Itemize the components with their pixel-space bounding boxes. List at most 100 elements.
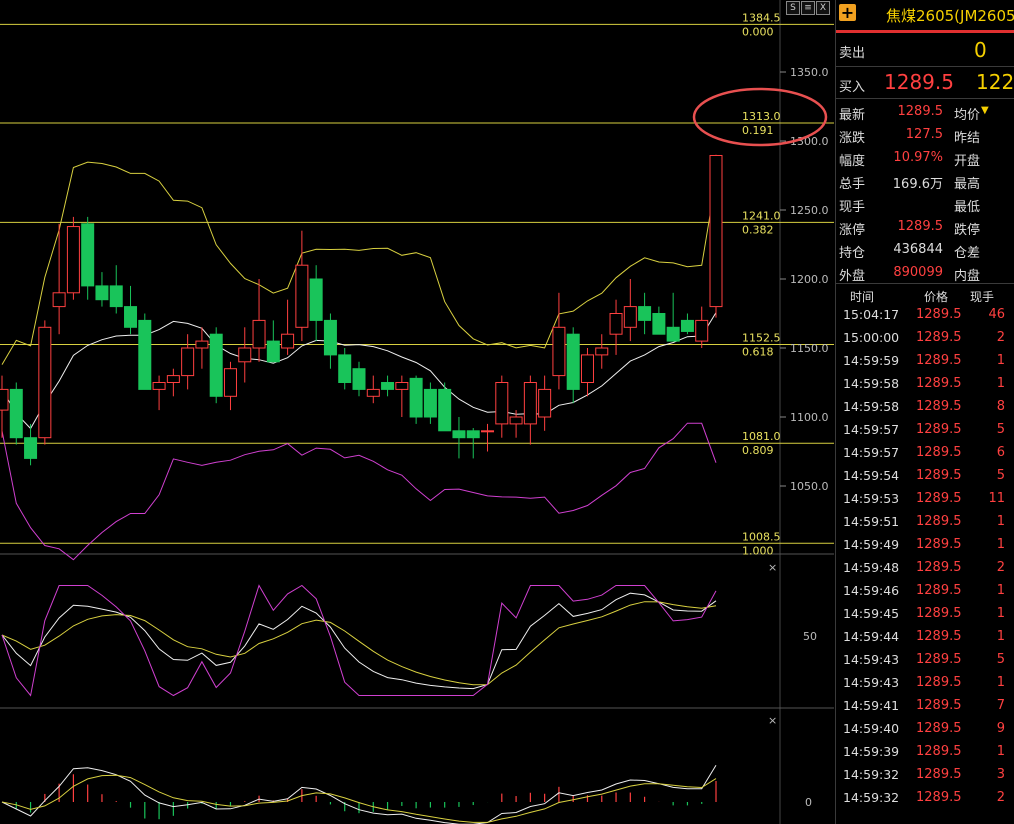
field-label-2: 跌停 — [954, 223, 981, 238]
tick-volume: 2 — [996, 790, 1005, 805]
tick-time: 14:59:49 — [843, 537, 900, 552]
field-label: 最新 — [839, 108, 866, 123]
tick-row[interactable]: 14:59:59 1289.5 1 — [836, 353, 1014, 376]
field-label-2: 最高 — [954, 177, 981, 192]
kline-chart[interactable]: 1384.50.0001313.00.1911241.00.3821152.50… — [0, 0, 834, 824]
tick-time: 14:59:32 — [843, 790, 900, 805]
add-icon[interactable]: + — [839, 4, 856, 21]
tick-row[interactable]: 14:59:44 1289.5 1 — [836, 629, 1014, 652]
candle-body — [109, 285, 123, 308]
upper-band-line — [1, 161, 717, 365]
tick-row[interactable]: 14:59:40 1289.5 9 — [836, 721, 1014, 744]
sell-row: 卖出 0 — [836, 38, 1014, 64]
buy-label: 买入 — [839, 80, 866, 95]
price-tick-label: 1250.0 — [790, 204, 829, 217]
candle-body — [338, 354, 352, 383]
candle-body — [252, 319, 266, 349]
tick-time: 14:59:41 — [843, 698, 900, 713]
candle-body — [309, 278, 323, 321]
dropdown-triangle-icon[interactable]: ▼ — [981, 105, 989, 116]
field-value: 127.5 — [905, 127, 943, 142]
tick-price: 1289.5 — [916, 767, 962, 782]
tick-time: 14:59:45 — [843, 606, 900, 621]
tick-row[interactable]: 14:59:49 1289.5 1 — [836, 537, 1014, 560]
tick-row[interactable]: 14:59:43 1289.5 5 — [836, 652, 1014, 675]
tick-row[interactable]: 14:59:57 1289.5 6 — [836, 445, 1014, 468]
tick-row[interactable]: 14:59:57 1289.5 5 — [836, 422, 1014, 445]
tick-time: 14:59:32 — [843, 767, 900, 782]
tick-row[interactable]: 14:59:43 1289.5 1 — [836, 675, 1014, 698]
tick-row[interactable]: 15:04:17 1289.5 46 — [836, 307, 1014, 330]
tick-row[interactable]: 14:59:39 1289.5 1 — [836, 744, 1014, 767]
quote-field-row: 现手 最低 — [836, 194, 1014, 216]
tick-price: 1289.5 — [916, 468, 962, 483]
tick-price: 1289.5 — [916, 790, 962, 805]
tick-time: 14:59:54 — [843, 468, 900, 483]
fib-ratio-label: 0.809 — [742, 444, 774, 457]
tick-row[interactable]: 14:59:32 1289.5 3 — [836, 767, 1014, 790]
candle-body — [552, 326, 566, 377]
fib-price-label: 1152.5 — [742, 332, 781, 345]
candle-body — [652, 313, 666, 335]
field-label-2: 昨结 — [954, 131, 981, 146]
tick-row[interactable]: 14:59:53 1289.5 11 — [836, 491, 1014, 514]
tick-volume: 7 — [996, 698, 1005, 713]
field-label: 幅度 — [839, 154, 866, 169]
tick-volume: 1 — [996, 744, 1005, 759]
fib-price-label: 1081.0 — [742, 430, 781, 443]
tick-row[interactable]: 14:59:45 1289.5 1 — [836, 606, 1014, 629]
candle-body — [281, 333, 295, 349]
candle-body — [680, 319, 694, 332]
tick-price: 1289.5 — [916, 675, 962, 690]
candle-body — [223, 368, 237, 397]
tick-row[interactable]: 14:59:48 1289.5 2 — [836, 560, 1014, 583]
sell-value: 0 — [974, 38, 987, 62]
candle-body — [0, 388, 9, 411]
menu-button[interactable]: ≡ — [801, 1, 815, 15]
fib-price-label: 1008.5 — [742, 530, 781, 543]
tick-price: 1289.5 — [916, 330, 962, 345]
chart-pane[interactable]: 1384.5 0.000 1313.0 0.191 1241.0 0.382 1152.5 0… — [0, 0, 834, 824]
tick-volume: 1 — [996, 537, 1005, 552]
candle-body — [381, 382, 395, 390]
tick-row[interactable]: 14:59:51 1289.5 1 — [836, 514, 1014, 537]
dea-line — [1, 774, 717, 823]
close-button[interactable]: X — [816, 1, 830, 15]
candle-body — [395, 382, 409, 390]
candle-body — [595, 347, 609, 356]
candle-body — [266, 340, 280, 363]
field-label-2: 内盘 — [954, 269, 981, 284]
j-line — [1, 584, 717, 697]
buy-price: 1289.5 — [884, 70, 954, 94]
ticks-header-time: 时间 — [850, 290, 875, 304]
tick-price: 1289.5 — [916, 606, 962, 621]
tick-time: 14:59:44 — [843, 629, 900, 644]
tick-row[interactable]: 14:59:54 1289.5 5 — [836, 468, 1014, 491]
candle-body — [466, 430, 480, 439]
tick-volume: 2 — [996, 330, 1005, 345]
quote-field-row: 涨停 1289.5 跌停 — [836, 217, 1014, 239]
sell-label: 卖出 — [839, 46, 866, 61]
candle-body — [409, 377, 423, 418]
tick-volume: 8 — [996, 399, 1005, 414]
tick-time: 14:59:57 — [843, 445, 900, 460]
tick-row[interactable]: 14:59:46 1289.5 1 — [836, 583, 1014, 606]
tick-volume: 1 — [996, 376, 1005, 391]
tick-row[interactable]: 14:59:58 1289.5 8 — [836, 399, 1014, 422]
s-button[interactable]: S — [786, 1, 800, 15]
candle-body — [81, 223, 95, 287]
candle-body — [24, 437, 38, 459]
candle-body — [695, 319, 709, 342]
tick-row[interactable]: 14:59:41 1289.5 7 — [836, 698, 1014, 721]
tick-row[interactable]: 15:00:00 1289.5 2 — [836, 330, 1014, 353]
tick-volume: 1 — [996, 583, 1005, 598]
d-line — [1, 601, 717, 686]
candle-body — [124, 306, 138, 328]
fib-ratio-label: 0.000 — [742, 25, 774, 38]
tick-row[interactable]: 14:59:58 1289.5 1 — [836, 376, 1014, 399]
fib-ratio-label: 1.000 — [742, 544, 774, 557]
field-label: 持仓 — [839, 246, 866, 261]
tick-row[interactable]: 14:59:32 1289.5 2 — [836, 790, 1014, 813]
candle-body — [52, 292, 66, 308]
candle-body — [509, 416, 523, 425]
